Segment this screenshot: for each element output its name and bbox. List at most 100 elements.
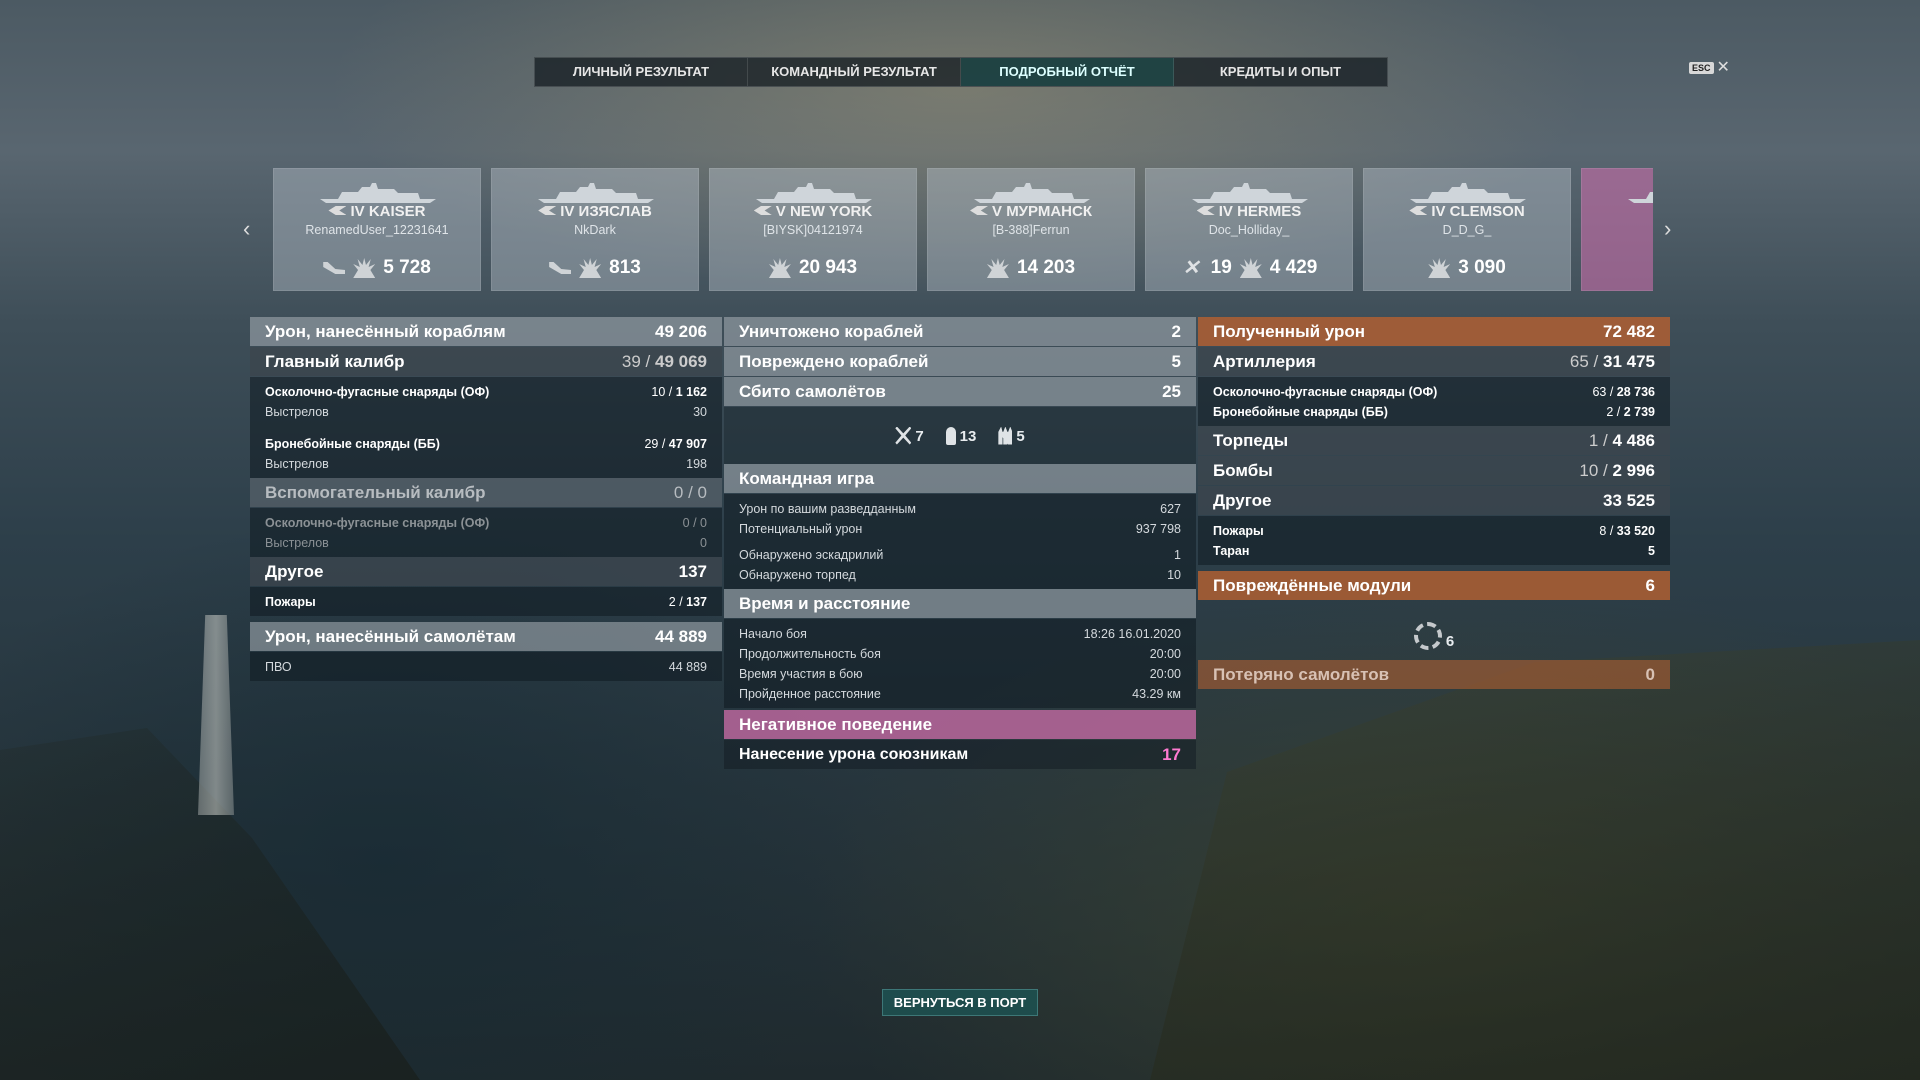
he-label: Осколочно-фугасные снаряды (ОФ) bbox=[265, 385, 490, 399]
ship-card[interactable]: V МУРМАНСК [B-388]Ferrun 14 203 bbox=[927, 168, 1135, 291]
recv-he-total: 28 736 bbox=[1616, 385, 1655, 399]
other-damage-label: Другое bbox=[265, 561, 324, 581]
ship-card-stats: 5 728 bbox=[274, 257, 480, 279]
ship-card[interactable]: IV KAISER RenamedUser_12231641 5 728 bbox=[273, 168, 481, 291]
artillery-details: Осколочно-фугасные снаряды (ОФ) 63 / 28 7… bbox=[1198, 377, 1670, 426]
player-name: [B-388]Ferrun bbox=[992, 223, 1070, 237]
ship-damage-header: Урон, нанесённый кораблям 49 206 bbox=[250, 317, 722, 346]
ship-card[interactable]: V bbox=[1581, 168, 1653, 291]
ap-shots-value: 198 bbox=[686, 457, 707, 471]
recv-he-value: 63 / 28 736 bbox=[1592, 385, 1655, 399]
damaged-modules-label: Повреждённые модули bbox=[1213, 575, 1412, 595]
sec-shots-row: Выстрелов 0 bbox=[265, 533, 707, 553]
recv-fires-value: 8 / 33 520 bbox=[1599, 524, 1655, 538]
ship-card[interactable]: IV HERMES Doc_Holliday_ 19 4 429 bbox=[1145, 168, 1353, 291]
he-row: Осколочно-фугасные снаряды (ОФ) 10 / 1 16… bbox=[265, 382, 707, 402]
modules-icon-row: 6 bbox=[1198, 601, 1670, 656]
ship-class-icon bbox=[1409, 206, 1428, 215]
artillery-value: 65 / 31 475 bbox=[1569, 351, 1655, 371]
ship-name-text: IV CLEMSON bbox=[1431, 203, 1525, 220]
recv-other-details: Пожары 8 / 33 520 Таран 5 bbox=[1198, 516, 1670, 565]
damage-icon bbox=[987, 258, 1009, 278]
background-land-right bbox=[1150, 640, 1920, 1080]
participation-label: Время участия в бою bbox=[739, 667, 863, 681]
planes-lost-value: 0 bbox=[1645, 664, 1655, 684]
torpedoes-spotted-label: Обнаружено торпед bbox=[739, 568, 856, 582]
plane-types-row: 7 13 5 bbox=[724, 407, 1196, 464]
he-shots-row: Выстрелов 30 bbox=[265, 402, 707, 422]
aa-label: ПВО bbox=[265, 660, 292, 674]
tab-personal-result[interactable]: ЛИЧНЫЙ РЕЗУЛЬТАТ bbox=[535, 58, 748, 86]
ship-card[interactable]: IV ИЗЯСЛАВ NkDark 813 bbox=[491, 168, 699, 291]
ship-damage-value: 813 bbox=[609, 257, 641, 278]
team-play-label: Командная игра bbox=[739, 468, 875, 488]
sec-shots-label: Выстрелов bbox=[265, 536, 329, 550]
chevron-left-icon[interactable]: ‹ bbox=[243, 216, 250, 242]
aa-row: ПВО 44 889 bbox=[265, 657, 707, 677]
sec-he-value: 0 / 0 bbox=[682, 516, 707, 530]
bomb-icon bbox=[945, 426, 956, 445]
spotting-damage-row: Урон по вашим разведданным 627 bbox=[739, 499, 1181, 519]
ship-card-stats: 20 943 bbox=[710, 257, 916, 279]
ship-silhouette-icon bbox=[974, 183, 1090, 203]
planes-shot-value: 25 bbox=[1162, 381, 1181, 401]
ship-card-stats: 14 203 bbox=[928, 257, 1134, 279]
close-icon: ✕ bbox=[1716, 59, 1730, 76]
ship-card[interactable]: V NEW YORK [BIYSK]04121974 20 943 bbox=[709, 168, 917, 291]
ship-name: IV HERMES bbox=[1146, 203, 1352, 220]
player-name: RenamedUser_12231641 bbox=[305, 223, 449, 237]
torpedoes-value: 1 / 4 486 bbox=[1588, 430, 1655, 450]
artillery-label: Артиллерия bbox=[1213, 351, 1316, 371]
secondary-details: Осколочно-фугасные снаряды (ОФ) 0 / 0 Выс… bbox=[250, 508, 722, 557]
damage-received-panel: Полученный урон 72 482 Артиллерия 65 / 31 … bbox=[1198, 317, 1670, 690]
ap-total: 47 907 bbox=[668, 437, 707, 451]
team-damage-label: Нанесение урона союзникам bbox=[739, 745, 969, 763]
team-play-panel: Уничтожено кораблей 2 Повреждено кораблей… bbox=[724, 317, 1196, 770]
ship-damage-value: 5 728 bbox=[383, 257, 431, 278]
destroyed-header: Уничтожено кораблей 2 bbox=[724, 317, 1196, 346]
torpedoes-header: Торпеды 1 / 4 486 bbox=[1198, 426, 1670, 455]
ship-name: IV ИЗЯСЛАВ bbox=[492, 203, 698, 220]
tab-team-result[interactable]: КОМАНДНЫЙ РЕЗУЛЬТАТ bbox=[748, 58, 961, 86]
team-damage-value: 17 bbox=[1162, 744, 1181, 764]
tab-credits-xp[interactable]: КРЕДИТЫ И ОПЫТ bbox=[1174, 58, 1387, 86]
team-play-details: Урон по вашим разведданным 627 Потенциаль… bbox=[724, 494, 1196, 589]
recv-he-label: Осколочно-фугасные снаряды (ОФ) bbox=[1213, 385, 1438, 399]
ship-class-icon bbox=[970, 206, 989, 215]
ship-silhouette-icon bbox=[1628, 192, 1653, 203]
time-distance-details: Начало боя 18:26 16.01.2020 Продолжительн… bbox=[724, 619, 1196, 708]
ship-class-icon bbox=[1196, 206, 1215, 215]
rockets-stat: 5 bbox=[998, 426, 1025, 445]
ship-card[interactable]: IV CLEMSON D_D_G_ 3 090 bbox=[1363, 168, 1571, 291]
damaged-header: Повреждено кораблей 5 bbox=[724, 347, 1196, 376]
received-damage-value: 72 482 bbox=[1603, 321, 1655, 341]
ship-name: V МУРМАНСК bbox=[928, 203, 1134, 220]
recv-other-label: Другое bbox=[1213, 490, 1272, 510]
artillery-hits: 65 bbox=[1569, 351, 1589, 371]
fighters-stat: 7 bbox=[895, 426, 924, 445]
duration-value: 20:00 bbox=[1149, 647, 1181, 661]
ship-class-icon bbox=[328, 206, 347, 215]
squadrons-label: Обнаружено эскадрилий bbox=[739, 548, 884, 562]
main-caliber-value: 39 / 49 069 bbox=[621, 351, 707, 371]
recv-other-value: 33 525 bbox=[1603, 490, 1655, 510]
planes-lost-header: Потеряно самолётов 0 bbox=[1198, 660, 1670, 689]
received-damage-header: Полученный урон 72 482 bbox=[1198, 317, 1670, 346]
player-name: NkDark bbox=[574, 223, 616, 237]
main-caliber-label: Главный калибр bbox=[265, 351, 405, 371]
fighter-icon bbox=[895, 426, 912, 445]
chevron-right-icon[interactable]: › bbox=[1664, 216, 1671, 242]
bombers-value: 13 bbox=[959, 427, 977, 445]
ship-damage-value: 14 203 bbox=[1016, 257, 1076, 278]
fires-row: Пожары 2 / 137 bbox=[265, 592, 707, 612]
ram-value: 5 bbox=[1648, 544, 1655, 558]
return-to-port-button[interactable]: ВЕРНУТЬСЯ В ПОРТ bbox=[882, 989, 1038, 1016]
ship-silhouette-icon bbox=[1192, 183, 1308, 203]
close-button[interactable]: ESC ✕ bbox=[1689, 59, 1730, 76]
tab-detailed-report[interactable]: ПОДРОБНЫЙ ОТЧЁТ bbox=[961, 58, 1174, 86]
main-caliber-hits: 39 bbox=[621, 351, 641, 371]
bombers-stat: 13 bbox=[945, 426, 977, 445]
distance-value: 43.29 км bbox=[1132, 687, 1181, 701]
bombs-header: Бомбы 10 / 2 996 bbox=[1198, 456, 1670, 485]
damage-dealt-panel: Урон, нанесённый кораблям 49 206 Главный … bbox=[250, 317, 722, 681]
